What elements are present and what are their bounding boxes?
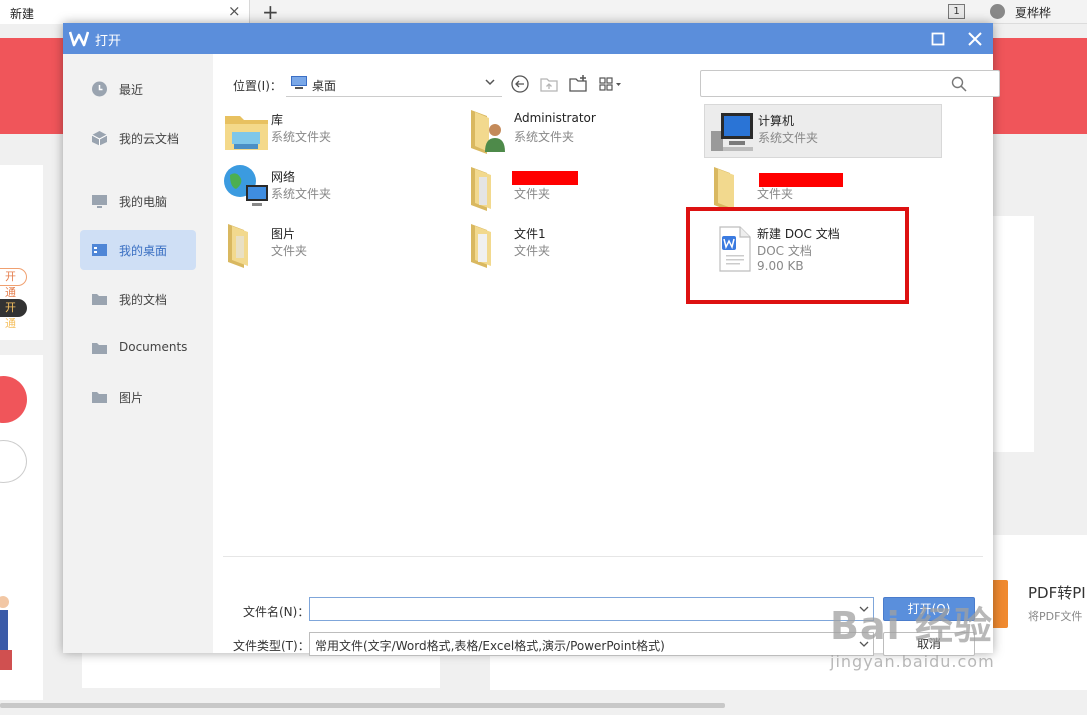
subscribe-pill-dark[interactable]: 开通 bbox=[0, 299, 27, 330]
location-value: 桌面 bbox=[312, 79, 337, 93]
file-name: 计算机 bbox=[758, 114, 795, 128]
divider bbox=[223, 556, 983, 557]
dialog-title: 打开 bbox=[95, 34, 122, 49]
window-count-badge[interactable]: 1 bbox=[948, 4, 965, 19]
library-folder-icon bbox=[225, 116, 268, 150]
tab-new[interactable]: 新建 × bbox=[0, 0, 250, 24]
file-item-network[interactable]: 网络 系统文件夹 bbox=[218, 161, 456, 215]
pdf-card-title: PDF转PI bbox=[1028, 584, 1086, 602]
folder-icon bbox=[92, 392, 107, 403]
sidebar-item-my-computer[interactable]: 我的电脑 bbox=[80, 181, 196, 221]
file-type: 系统文件夹 bbox=[271, 130, 332, 144]
file-item-folder1[interactable]: 文件1 文件夹 bbox=[461, 218, 699, 272]
back-icon[interactable] bbox=[510, 74, 530, 94]
filetype-value: 常用文件(文字/Word格式,表格/Excel格式,演示/PowerPoint格… bbox=[315, 639, 665, 653]
user-name[interactable]: 夏桦桦 bbox=[1015, 4, 1051, 21]
filetype-label: 文件类型(T)： bbox=[233, 639, 310, 653]
redacted-name bbox=[512, 171, 578, 185]
open-file-dialog: 打开 最近 我的云文档 我的电脑 我的桌面 我的文档 Documents 图片 … bbox=[63, 23, 1000, 656]
sidebar-item-my-documents[interactable]: 我的文档 bbox=[80, 279, 196, 319]
new-folder-icon[interactable] bbox=[568, 74, 588, 94]
file-item-administrator[interactable]: Administrator 系统文件夹 bbox=[461, 104, 699, 158]
sidebar-item-documents[interactable]: Documents bbox=[80, 328, 196, 368]
sidebar-item-label: 最近 bbox=[119, 83, 144, 97]
view-mode-icon[interactable] bbox=[598, 74, 624, 94]
filename-label: 文件名(N)： bbox=[243, 605, 310, 619]
baidu-watermark: Bai 经验 jingyan.baidu.com bbox=[830, 595, 1030, 690]
dialog-sidebar: 最近 我的云文档 我的电脑 我的桌面 我的文档 Documents 图片 bbox=[63, 54, 213, 653]
dialog-titlebar[interactable]: 打开 bbox=[63, 23, 993, 54]
wps-logo-icon bbox=[69, 31, 89, 47]
file-name: 文件1 bbox=[514, 227, 546, 241]
file-type: 文件夹 bbox=[271, 244, 308, 258]
folder-icon bbox=[471, 167, 491, 211]
sidebar-item-cloud-docs[interactable]: 我的云文档 bbox=[80, 118, 196, 158]
sidebar-item-my-desktop[interactable]: 我的桌面 bbox=[80, 230, 196, 270]
search-input[interactable] bbox=[700, 70, 1000, 97]
sidebar-item-label: 图片 bbox=[119, 391, 144, 405]
file-type: 系统文件夹 bbox=[514, 130, 575, 144]
file-item-library[interactable]: 库 系统文件夹 bbox=[218, 104, 456, 158]
chevron-down-icon bbox=[485, 79, 495, 86]
watermark-url: jingyan.baidu.com bbox=[830, 652, 995, 671]
filename-input[interactable] bbox=[309, 597, 874, 621]
network-icon bbox=[224, 165, 268, 206]
watermark-main: Bai 经验 bbox=[830, 604, 993, 648]
file-name: 网络 bbox=[271, 170, 296, 184]
file-type: 文件夹 bbox=[514, 244, 551, 258]
cloud-box-icon bbox=[91, 131, 108, 146]
person-illustration-icon bbox=[0, 596, 12, 670]
computer-icon bbox=[92, 195, 107, 208]
desktop-icon bbox=[92, 244, 107, 256]
file-name: Administrator bbox=[514, 111, 596, 125]
up-folder-icon[interactable] bbox=[539, 74, 559, 94]
maximize-icon[interactable] bbox=[929, 30, 947, 48]
pdf-card-subtitle: 将PDF文件 bbox=[1028, 610, 1083, 623]
file-type: 文件夹 bbox=[514, 187, 551, 201]
folder-icon bbox=[228, 224, 248, 268]
location-dropdown[interactable]: 桌面 bbox=[286, 71, 502, 97]
folder-icon bbox=[471, 224, 491, 268]
sidebar-item-pictures[interactable]: 图片 bbox=[80, 377, 196, 417]
background-card bbox=[993, 216, 1034, 452]
sidebar-item-label: 我的桌面 bbox=[119, 244, 168, 258]
file-name: 库 bbox=[271, 113, 284, 127]
computer-icon bbox=[711, 113, 753, 151]
sidebar-item-label: 我的文档 bbox=[119, 293, 168, 307]
file-item-pictures[interactable]: 图片 文件夹 bbox=[218, 218, 456, 272]
red-highlight-annotation bbox=[686, 207, 909, 304]
desktop-icon bbox=[291, 76, 307, 89]
sidebar-item-label: Documents bbox=[119, 340, 188, 354]
sidebar-item-label: 我的电脑 bbox=[119, 195, 168, 209]
search-icon[interactable] bbox=[951, 76, 967, 92]
file-name: 图片 bbox=[271, 227, 296, 241]
clock-icon bbox=[92, 81, 107, 97]
file-type: 系统文件夹 bbox=[758, 131, 819, 145]
close-icon[interactable] bbox=[965, 29, 985, 49]
filetype-dropdown[interactable]: 常用文件(文字/Word格式,表格/Excel格式,演示/PowerPoint格… bbox=[309, 632, 874, 656]
sidebar-item-recent[interactable]: 最近 bbox=[80, 69, 196, 109]
location-label: 位置(I)： bbox=[233, 79, 282, 93]
file-type: 系统文件夹 bbox=[271, 187, 332, 201]
tab-title: 新建 bbox=[10, 7, 35, 21]
file-type: 文件夹 bbox=[757, 187, 794, 201]
folder-icon bbox=[92, 294, 107, 305]
file-item-computer[interactable]: 计算机 系统文件夹 bbox=[704, 104, 942, 158]
dialog-main: 位置(I)： 桌面 库 系统文件夹 Administrator 系统文件夹 计算… bbox=[213, 54, 1000, 656]
folder-icon bbox=[714, 167, 734, 211]
folder-icon bbox=[92, 343, 107, 354]
file-item-redacted-folder[interactable]: 文件夹 bbox=[461, 161, 699, 215]
horizontal-scrollbar[interactable] bbox=[0, 703, 725, 708]
new-tab-plus-icon[interactable]: + bbox=[262, 0, 279, 24]
subscribe-pill[interactable]: 开通 bbox=[0, 268, 27, 299]
tab-bar: 新建 × + 1 夏桦桦 bbox=[0, 0, 1087, 24]
user-folder-icon bbox=[471, 110, 505, 154]
avatar[interactable] bbox=[990, 4, 1005, 19]
close-tab-icon[interactable]: × bbox=[228, 3, 241, 19]
sidebar-item-label: 我的云文档 bbox=[119, 132, 180, 146]
